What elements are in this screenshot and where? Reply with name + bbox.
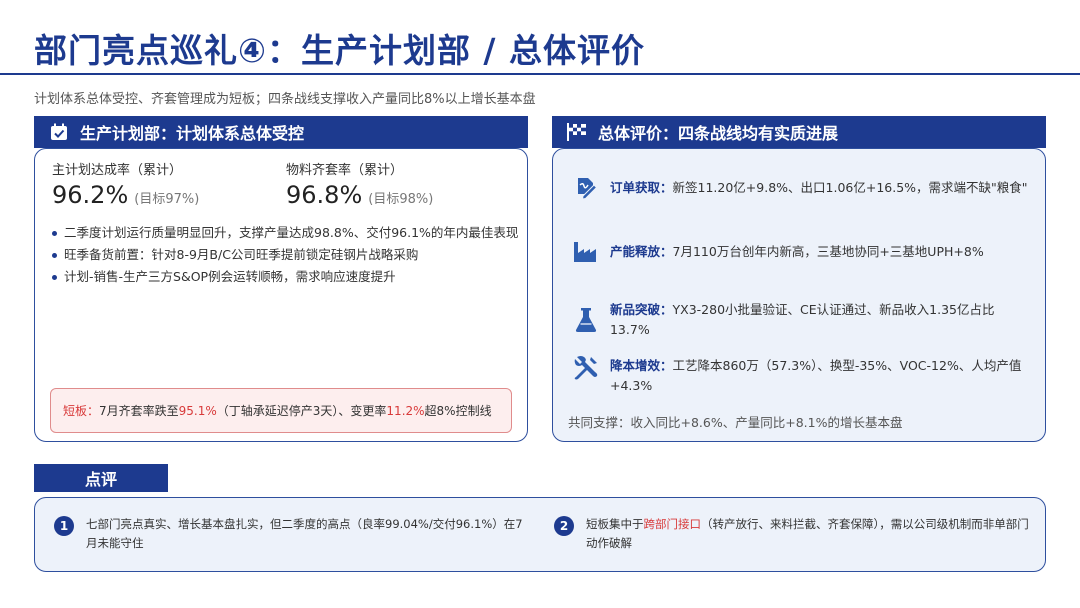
bullet-text: 旺季备货前置：针对8-9月B/C公司旺季提前锁定硅钢片战略采购	[64, 247, 419, 262]
common-support-text: 共同支撑：收入同比+8.6%、产量同比+8.1%的增长基本盘	[568, 415, 903, 430]
metric-number: 96.2%	[52, 181, 129, 209]
number-badge: 1	[54, 516, 74, 536]
review-text-part: 短板集中于	[586, 517, 644, 531]
weakness-callout: 短板： 7月齐套率跌至 95.1% （丁轴承延迟停产3天）、变更率 11.2% 超8%控制…	[50, 388, 512, 433]
metric-label-kitting: 物料齐套率（累计）	[286, 163, 404, 178]
metric-value-plan: 96.2% (目标97%)	[52, 181, 199, 209]
review-item-2: 2 短板集中于跨部门接口（转产放行、来料拦截、齐套保障），需以公司级机制而非单部…	[554, 515, 1036, 553]
review-text: 短板集中于跨部门接口（转产放行、来料拦截、齐套保障），需以公司级机制而非单部门动…	[586, 515, 1036, 553]
right-banner: 总体评价：四条战线均有实质进展	[552, 116, 1046, 148]
signature-pen-icon	[572, 174, 600, 202]
row-text: 工艺降本860万（57.3%）、换型-35%、VOC-12%、人均产值+4.3%	[610, 358, 1022, 393]
weakness-text: （丁轴承延迟停产3天）、变更率	[216, 404, 387, 418]
number-badge: 2	[554, 516, 574, 536]
left-banner-label: 生产计划部：计划体系总体受控	[80, 124, 305, 143]
calendar-check-icon	[48, 121, 70, 143]
evaluation-row-orders: 订单获取：新签11.20亿+9.8%、出口1.06亿+16.5%，需求端不缺"粮…	[572, 174, 1034, 202]
row-text: 7月110万台创年内新高，三基地协同+三基地UPH+8%	[672, 244, 984, 259]
row-label: 订单获取：	[610, 180, 673, 195]
list-item: 二季度计划运行质量明显回升，支撑产量达成98.8%、交付96.1%的年内最佳表现	[52, 222, 522, 244]
metric-target: (目标97%)	[134, 192, 200, 207]
review-item-1: 1 七部门亮点真实、增长基本盘扎实，但二季度的高点（良率99.04%/交付96.…	[54, 515, 524, 553]
tools-icon	[572, 354, 600, 382]
review-tab: 点评	[34, 464, 168, 492]
bullet-dot	[52, 274, 57, 280]
bullet-list: 二季度计划运行质量明显回升，支撑产量达成98.8%、交付96.1%的年内最佳表现…	[52, 222, 522, 288]
weakness-value: 95.1%	[178, 403, 217, 418]
flask-icon	[572, 306, 600, 334]
factory-icon	[572, 238, 600, 266]
right-banner-label: 总体评价：四条战线均有实质进展	[598, 124, 839, 143]
bullet-text: 计划-销售-生产三方S&OP例会运转顺畅，需求响应速度提升	[64, 269, 396, 284]
left-banner: 生产计划部：计划体系总体受控	[34, 116, 528, 148]
bullet-dot	[52, 252, 57, 258]
weakness-text: 超8%控制线	[424, 404, 492, 418]
weakness-text: 7月齐套率跌至	[99, 404, 179, 418]
evaluation-row-capacity: 产能释放：7月110万台创年内新高，三基地协同+三基地UPH+8%	[572, 238, 1034, 266]
evaluation-row-cost: 降本增效：工艺降本860万（57.3%）、换型-35%、VOC-12%、人均产值…	[572, 356, 1036, 396]
page-title: 部门亮点巡礼④：生产计划部 / 总体评价	[34, 31, 645, 70]
weakness-value: 11.2%	[386, 403, 425, 418]
list-item: 旺季备货前置：针对8-9月B/C公司旺季提前锁定硅钢片战略采购	[52, 244, 522, 266]
review-text: 七部门亮点真实、增长基本盘扎实，但二季度的高点（良率99.04%/交付96.1%…	[86, 517, 523, 550]
bullet-text: 二季度计划运行质量明显回升，支撑产量达成98.8%、交付96.1%的年内最佳表现	[64, 225, 519, 240]
list-item: 计划-销售-生产三方S&OP例会运转顺畅，需求响应速度提升	[52, 266, 522, 288]
metric-label-plan: 主计划达成率（累计）	[52, 163, 183, 178]
review-highlight: 跨部门接口	[643, 517, 702, 531]
metric-number: 96.8%	[286, 181, 363, 209]
metric-value-kitting: 96.8% (目标98%)	[286, 181, 433, 209]
row-label: 产能释放：	[610, 244, 673, 259]
row-text: 新签11.20亿+9.8%、出口1.06亿+16.5%，需求端不缺"粮食"	[672, 180, 1028, 195]
title-divider	[0, 73, 1080, 75]
weakness-label: 短板：	[63, 404, 100, 418]
checkered-flag-icon	[566, 121, 588, 143]
page-subtitle: 计划体系总体受控、齐套管理成为短板；四条战线支撑收入产量同比8%以上增长基本盘	[34, 92, 536, 107]
metric-target: (目标98%)	[368, 192, 434, 207]
row-label: 降本增效：	[610, 358, 673, 373]
row-label: 新品突破：	[609, 302, 673, 317]
bullet-dot	[52, 230, 57, 236]
evaluation-row-newproduct: 新品突破：YX3-280小批量验证、CE认证通过、新品收入1.35亿占比13.7…	[572, 300, 1034, 340]
